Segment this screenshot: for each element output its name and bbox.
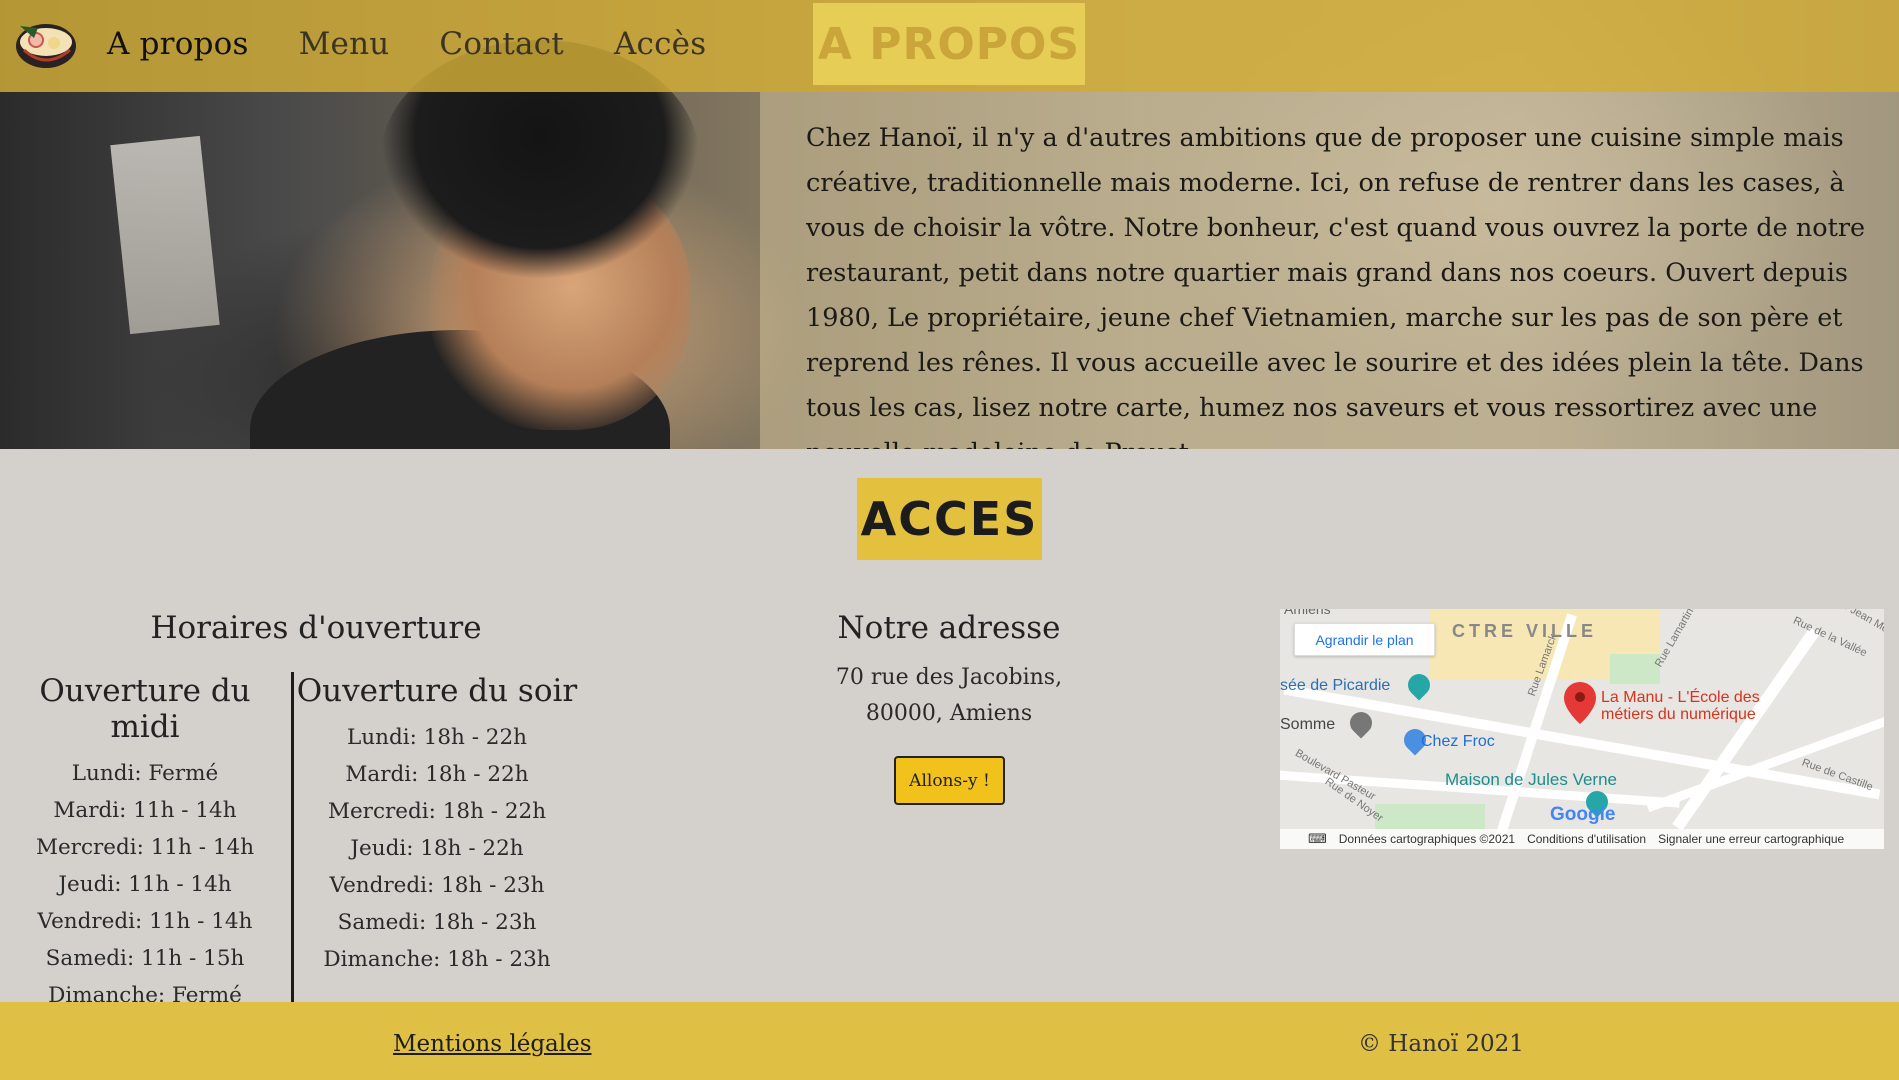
map-label-jules-verne[interactable]: Maison de Jules Verne <box>1445 770 1617 790</box>
hours-midi-column: Ouverture du midi Lundi: Fermé Mardi: 11… <box>0 673 290 1014</box>
acces-title: ACCES <box>857 478 1042 560</box>
map-enlarge-button[interactable]: Agrandir le plan <box>1294 623 1435 656</box>
map-road <box>1672 627 1820 831</box>
hours-row: Vendredi: 11h - 14h <box>37 909 253 934</box>
map-label-centre: CTRE VILLE <box>1452 621 1598 641</box>
hours-row: Lundi: 18h - 22h <box>346 725 528 750</box>
hours-row: Dimanche: 18h - 23h <box>323 947 551 972</box>
hours-midi-title: Ouverture du midi <box>39 673 251 745</box>
map-label-amiens: Amiens <box>1284 609 1331 617</box>
map-report-link[interactable]: Signaler une erreur cartographique <box>1658 832 1844 846</box>
apropos-paragraph: Chez Hanoï, il n'y a d'autres ambitions … <box>806 123 1866 449</box>
google-logo: Google <box>1550 804 1615 826</box>
allons-y-button[interactable]: Allons-y ! <box>894 756 1005 805</box>
page-footer: Mentions légales © Hanoï 2021 <box>0 1002 1899 1080</box>
map-label-musee[interactable]: sée de Picardie <box>1280 677 1390 695</box>
hero-section: A propos Menu Contact Accès A PROPOS Che… <box>0 0 1899 449</box>
map-park <box>1610 654 1660 684</box>
hours-row: Jeudi: 18h - 22h <box>350 836 524 861</box>
map-label-chez-froc[interactable]: Chez Froc <box>1421 733 1495 751</box>
address-line-1: 70 rue des Jacobins, <box>835 665 1063 690</box>
hours-divider <box>291 672 294 1002</box>
map-data-credit: Données cartographiques ©2021 <box>1338 832 1516 846</box>
copyright-text: © Hanoï 2021 <box>1358 1031 1524 1057</box>
hours-row: Lundi: Fermé <box>71 761 219 786</box>
hours-row: Mardi: 11h - 14h <box>53 798 237 823</box>
map-label-la-manu-2[interactable]: métiers du numérique <box>1601 706 1756 723</box>
map-pin-icon[interactable] <box>1564 682 1596 724</box>
hours-soir-title: Ouverture du soir <box>296 673 578 709</box>
nav-link-contact[interactable]: Contact <box>439 26 564 62</box>
hours-soir-column: Ouverture du soir Lundi: 18h - 22h Mardi… <box>296 673 578 978</box>
map-poi-icon[interactable] <box>1345 707 1377 739</box>
hours-row: Jeudi: 11h - 14h <box>58 872 232 897</box>
nav-link-a-propos[interactable]: A propos <box>107 26 249 62</box>
map-terms-link[interactable]: Conditions d'utilisation <box>1527 832 1646 846</box>
nav-link-menu[interactable]: Menu <box>299 26 390 62</box>
hours-row: Samedi: 11h - 15h <box>45 946 245 971</box>
hero-photo-paper <box>110 135 220 335</box>
address-heading: Notre adresse <box>837 610 1061 646</box>
apropos-title: A PROPOS <box>813 3 1085 85</box>
map-label-somme: Somme <box>1280 716 1336 733</box>
nav-link-acces[interactable]: Accès <box>614 26 706 62</box>
map-label-la-manu-1[interactable]: La Manu - L'École des <box>1601 689 1760 706</box>
hours-row: Vendredi: 18h - 23h <box>329 873 545 898</box>
hours-row: Mercredi: 18h - 22h <box>327 799 547 824</box>
main-navigation: A propos Menu Contact Accès <box>107 26 756 62</box>
hours-row: Mercredi: 11h - 14h <box>35 835 255 860</box>
legal-notice-link[interactable]: Mentions légales <box>393 1031 592 1057</box>
hours-row: Samedi: 18h - 23h <box>337 910 537 935</box>
map-park <box>1375 804 1485 829</box>
hours-row: Mardi: 18h - 22h <box>345 762 529 787</box>
hours-heading: Horaires d'ouverture <box>150 610 482 646</box>
map-footer: ⌨ Données cartographiques ©2021 Conditio… <box>1280 829 1884 849</box>
bowl-logo-icon[interactable] <box>14 16 78 76</box>
google-logo-text: Google <box>1550 804 1616 825</box>
google-map[interactable]: Amiens CTRE VILLE sée de Picardie Somme … <box>1280 609 1884 849</box>
keyboard-icon[interactable]: ⌨ <box>1308 831 1327 847</box>
address-line-2: 80000, Amiens <box>865 701 1033 726</box>
